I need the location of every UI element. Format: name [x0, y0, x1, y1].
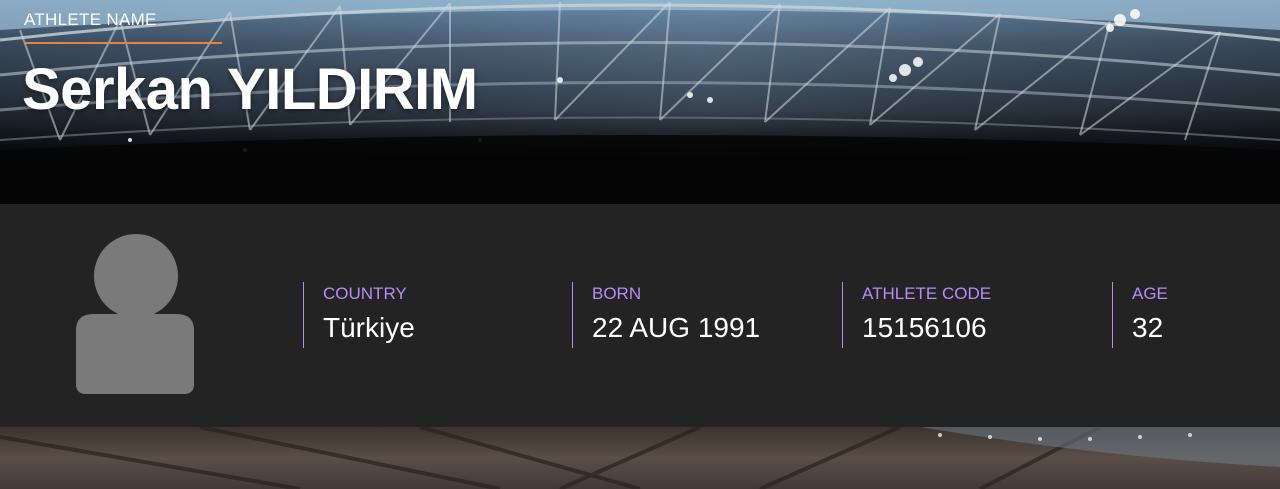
born-field: BORN 22 AUG 1991: [572, 282, 822, 348]
athlete-code-field: ATHLETE CODE 15156106: [842, 282, 1092, 348]
stadium-lower-image: [0, 427, 1280, 489]
header-accent-rule: [24, 42, 222, 44]
athlete-code-label: ATHLETE CODE: [862, 284, 992, 303]
born-value: 22 AUG 1991: [592, 312, 761, 343]
age-value: 32: [1132, 312, 1164, 343]
country-label: COUNTRY: [323, 284, 407, 303]
country-value: Türkiye: [323, 312, 415, 343]
user-silhouette-icon: [76, 234, 194, 394]
athlete-code-value: 15156106: [862, 312, 987, 343]
age-field: AGE 32: [1112, 282, 1262, 348]
athlete-profile-page: ATHLETE NAME Serkan YILDIRIM COUNTRY Tür…: [0, 0, 1280, 489]
born-label: BORN: [592, 284, 642, 303]
age-label: AGE: [1132, 284, 1168, 303]
athlete-info-panel: COUNTRY Türkiye BORN 22 AUG 1991 ATHLETE…: [0, 204, 1280, 427]
athlete-name: Serkan YILDIRIM: [22, 57, 478, 122]
athlete-name-label: ATHLETE NAME: [24, 10, 157, 29]
country-field: COUNTRY Türkiye: [303, 282, 553, 348]
